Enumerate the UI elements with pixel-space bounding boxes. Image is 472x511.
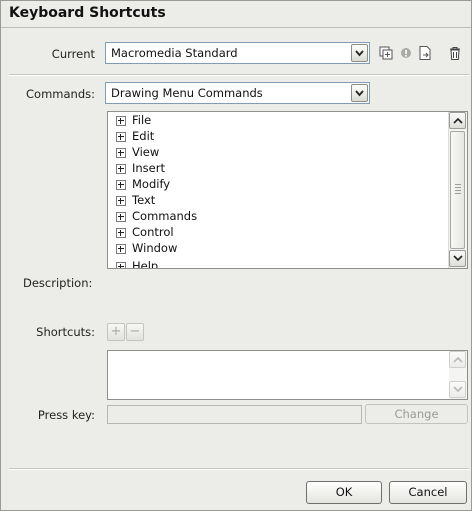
- tree-scrollbar[interactable]: [448, 112, 467, 268]
- expand-icon[interactable]: [116, 148, 126, 158]
- grip-line: [455, 184, 461, 185]
- expand-icon[interactable]: [116, 180, 126, 190]
- scroll-up-icon[interactable]: [449, 351, 466, 368]
- tree-item-label: Window: [132, 241, 178, 255]
- expand-icon[interactable]: [116, 228, 126, 238]
- scrollbar-thumb[interactable]: [450, 131, 465, 249]
- dialog-title: Keyboard Shortcuts: [9, 5, 166, 21]
- export-set-icon[interactable]: [416, 44, 434, 62]
- chevron-down-icon[interactable]: [351, 84, 368, 102]
- change-button[interactable]: Change: [365, 404, 468, 424]
- expand-icon[interactable]: [116, 196, 126, 206]
- shortcuts-list[interactable]: [107, 350, 468, 400]
- tree-item-label: Modify: [132, 177, 171, 191]
- current-set-select[interactable]: Macromedia Standard: [105, 42, 370, 64]
- press-key-field[interactable]: [107, 405, 362, 424]
- description-label: Description:: [23, 276, 93, 290]
- cancel-button[interactable]: Cancel: [389, 481, 467, 504]
- tree-item-label: Text: [132, 193, 156, 207]
- rename-set-icon[interactable]: [397, 44, 415, 62]
- tree-item-label: Help: [132, 259, 159, 269]
- chevron-down-icon[interactable]: [351, 44, 368, 62]
- ok-button[interactable]: OK: [306, 481, 382, 504]
- expand-icon[interactable]: [116, 116, 126, 126]
- tree-item-label: Commands: [132, 209, 198, 223]
- delete-set-icon[interactable]: [446, 44, 464, 62]
- tree-item-label: View: [132, 145, 160, 159]
- scroll-down-icon[interactable]: [449, 381, 466, 398]
- grip-line: [455, 190, 461, 191]
- duplicate-set-icon[interactable]: [377, 44, 395, 62]
- expand-icon[interactable]: [116, 164, 126, 174]
- commands-label: Commands:: [26, 87, 95, 101]
- remove-shortcut-button[interactable]: −: [126, 323, 144, 341]
- current-label: Current: [51, 47, 95, 61]
- expand-icon[interactable]: [116, 262, 126, 268]
- separator: [9, 74, 469, 76]
- scroll-up-icon[interactable]: [449, 112, 466, 129]
- expand-icon[interactable]: [116, 212, 126, 222]
- commands-value: Drawing Menu Commands: [111, 86, 263, 100]
- separator: [9, 468, 469, 470]
- keyboard-shortcuts-dialog: Keyboard Shortcuts Current Macromedia St…: [0, 0, 472, 511]
- commands-tree[interactable]: File Edit View Insert Modify Text Comman…: [107, 111, 468, 269]
- grip-line: [455, 187, 461, 188]
- shortcuts-scrollbar[interactable]: [449, 351, 467, 399]
- scroll-down-icon[interactable]: [449, 250, 466, 267]
- tree-item-label: File: [132, 113, 152, 127]
- shortcuts-label: Shortcuts:: [36, 325, 95, 339]
- press-key-label: Press key:: [37, 408, 95, 422]
- tree-item-label: Control: [132, 225, 174, 239]
- add-shortcut-button[interactable]: +: [107, 323, 125, 341]
- expand-icon[interactable]: [116, 244, 126, 254]
- expand-icon[interactable]: [116, 132, 126, 142]
- grip-line: [455, 193, 461, 194]
- current-set-value: Macromedia Standard: [111, 46, 238, 60]
- title-bar[interactable]: Keyboard Shortcuts: [1, 1, 471, 28]
- tree-item-label: Edit: [132, 129, 155, 143]
- commands-select[interactable]: Drawing Menu Commands: [105, 82, 370, 104]
- tree-item-label: Insert: [132, 161, 165, 175]
